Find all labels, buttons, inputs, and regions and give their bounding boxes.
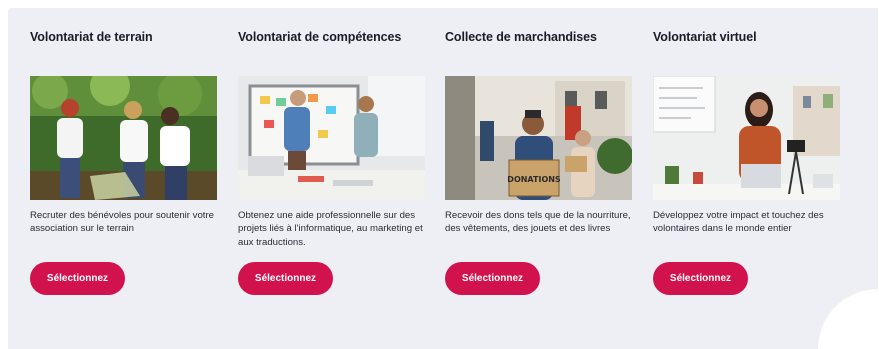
select-button-marchandises[interactable]: Sélectionnez <box>445 262 540 295</box>
select-button-terrain[interactable]: Sélectionnez <box>30 262 125 295</box>
volunteers-picking-litter-photo <box>30 76 217 200</box>
select-button-competences[interactable]: Sélectionnez <box>238 262 333 295</box>
card-title: Volontariat de compétences <box>238 30 402 44</box>
card-description: Recevoir des dons tels que de la nourrit… <box>445 210 631 235</box>
panel-corner-cutout <box>818 289 878 349</box>
woman-recording-video-photo <box>653 76 840 200</box>
card-title: Collecte de marchandises <box>445 30 597 44</box>
office-whiteboard-meeting-photo <box>238 76 425 200</box>
card-title: Volontariat de terrain <box>30 30 153 44</box>
card-description: Développez votre impact et touchez des v… <box>653 210 824 235</box>
select-button-virtuel[interactable]: Sélectionnez <box>653 262 748 295</box>
services-panel: Volontariat de terrain Recruter des béné… <box>8 8 878 349</box>
donation-box-street-photo: DONATIONS <box>445 76 632 200</box>
donation-sign-text: DONATIONS <box>507 175 561 184</box>
card-description: Obtenez une aide professionnelle sur des… <box>238 210 423 248</box>
card-title: Volontariat virtuel <box>653 30 757 44</box>
card-description: Recruter des bénévoles pour soutenir vot… <box>30 210 214 235</box>
